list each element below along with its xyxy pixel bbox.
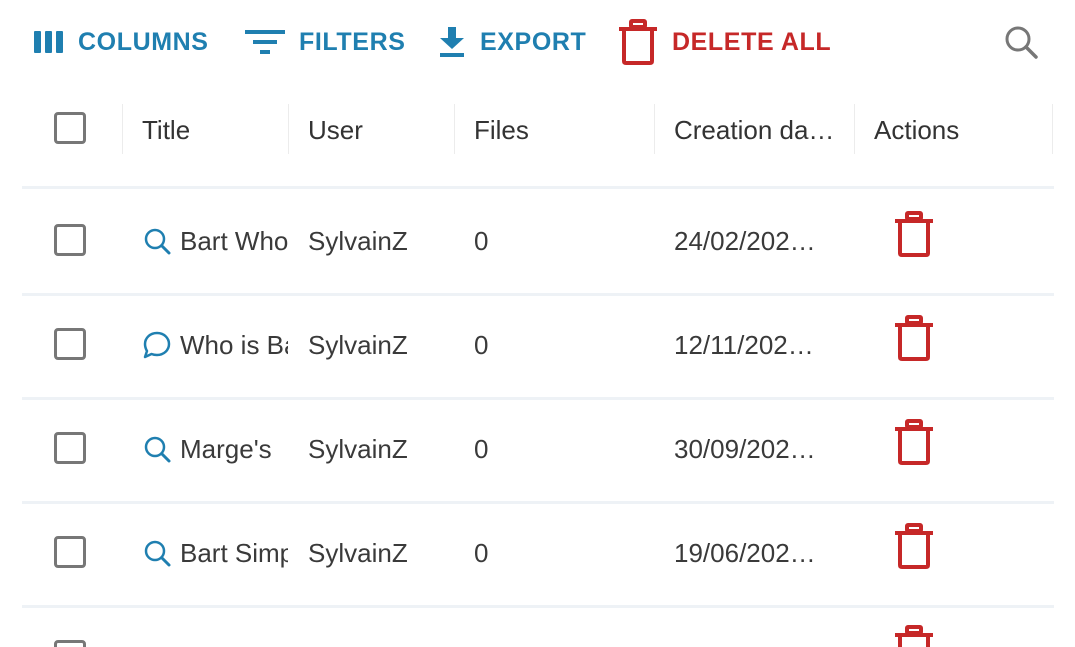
table-row[interactable]: Marge's SylvainZ 0 30/09/202…: [22, 397, 1054, 504]
trash-icon: [618, 19, 658, 65]
date-text: 30/09/202…: [674, 433, 816, 464]
column-header-creation-date[interactable]: Creation da…: [674, 90, 834, 170]
row-checkbox[interactable]: [54, 640, 86, 647]
columns-icon: [34, 31, 64, 53]
column-separator: [1052, 104, 1053, 154]
search-icon: [142, 538, 172, 568]
trash-icon: [894, 315, 934, 365]
toolbar: COLUMNS FILTERS EXPORT DELETE ALL: [0, 0, 1075, 86]
column-separator: [854, 104, 855, 154]
delete-all-button[interactable]: DELETE ALL: [618, 18, 831, 66]
title-cell[interactable]: Who is Bart: [142, 293, 288, 397]
columns-label: COLUMNS: [78, 27, 209, 56]
table-row[interactable]: Bart Simpson SylvainZ 0 19/06/202…: [22, 501, 1054, 608]
table-row[interactable]: Who is Bart SylvainZ 0 12/11/202…: [22, 293, 1054, 400]
files-cell: 0: [474, 433, 489, 464]
creation-date-cell: 30/09/202…: [674, 397, 834, 501]
column-separator: [654, 104, 655, 154]
row-checkbox[interactable]: [54, 328, 86, 360]
column-separator: [122, 104, 123, 154]
export-button[interactable]: EXPORT: [438, 18, 586, 66]
table-row[interactable]: [22, 605, 1054, 647]
title-text: Bart Who: [180, 225, 288, 256]
table-row[interactable]: Bart Who SylvainZ 0 24/02/202…: [22, 189, 1054, 296]
user-cell: SylvainZ: [308, 537, 408, 568]
row-checkbox[interactable]: [54, 224, 86, 256]
delete-row-button[interactable]: [894, 315, 934, 361]
trash-icon: [894, 211, 934, 261]
creation-date-cell: 24/02/202…: [674, 189, 834, 293]
select-all-checkbox[interactable]: [54, 112, 86, 144]
column-header-user[interactable]: User: [308, 90, 363, 170]
delete-row-button[interactable]: [894, 419, 934, 465]
column-separator: [454, 104, 455, 154]
title-cell[interactable]: Bart Who: [142, 189, 288, 293]
date-text: 24/02/202…: [674, 225, 816, 256]
trash-icon: [894, 419, 934, 469]
delete-all-label: DELETE ALL: [672, 27, 832, 56]
user-cell: SylvainZ: [308, 225, 408, 256]
user-cell: SylvainZ: [308, 433, 408, 464]
files-cell: 0: [474, 225, 489, 256]
files-cell: 0: [474, 537, 489, 568]
row-checkbox[interactable]: [54, 432, 86, 464]
table-header: Title User Files Creation da… Actions: [22, 90, 1054, 189]
creation-date-cell: 19/06/202…: [674, 501, 834, 605]
download-icon: [438, 27, 466, 57]
chat-bubble-icon: [142, 330, 172, 360]
search-button[interactable]: [1003, 24, 1039, 60]
column-header-actions: Actions: [874, 114, 960, 145]
date-text: 12/11/202…: [674, 329, 814, 360]
delete-row-button[interactable]: [894, 523, 934, 569]
search-icon: [142, 226, 172, 256]
search-icon: [142, 434, 172, 464]
delete-row-button[interactable]: [894, 625, 934, 647]
column-header-files[interactable]: Files: [474, 90, 529, 170]
column-header-title[interactable]: Title: [142, 90, 190, 170]
title-text: Who is Bart: [180, 329, 288, 360]
column-separator: [288, 104, 289, 154]
creation-date-cell: 12/11/202…: [674, 293, 834, 397]
title-text: Marge's: [180, 433, 272, 464]
delete-row-button[interactable]: [894, 211, 934, 257]
filters-label: FILTERS: [299, 27, 406, 56]
filter-icon: [245, 28, 285, 56]
trash-icon: [894, 523, 934, 573]
files-cell: 0: [474, 329, 489, 360]
title-cell[interactable]: Marge's: [142, 397, 288, 501]
search-icon: [1003, 26, 1039, 64]
title-cell[interactable]: Bart Simpson: [142, 501, 288, 605]
date-text: 19/06/202…: [674, 537, 816, 568]
export-label: EXPORT: [480, 27, 587, 56]
columns-button[interactable]: COLUMNS: [34, 18, 209, 66]
filters-button[interactable]: FILTERS: [245, 18, 406, 66]
user-cell: SylvainZ: [308, 329, 408, 360]
row-checkbox[interactable]: [54, 536, 86, 568]
title-text: Bart Simpson: [180, 537, 288, 568]
